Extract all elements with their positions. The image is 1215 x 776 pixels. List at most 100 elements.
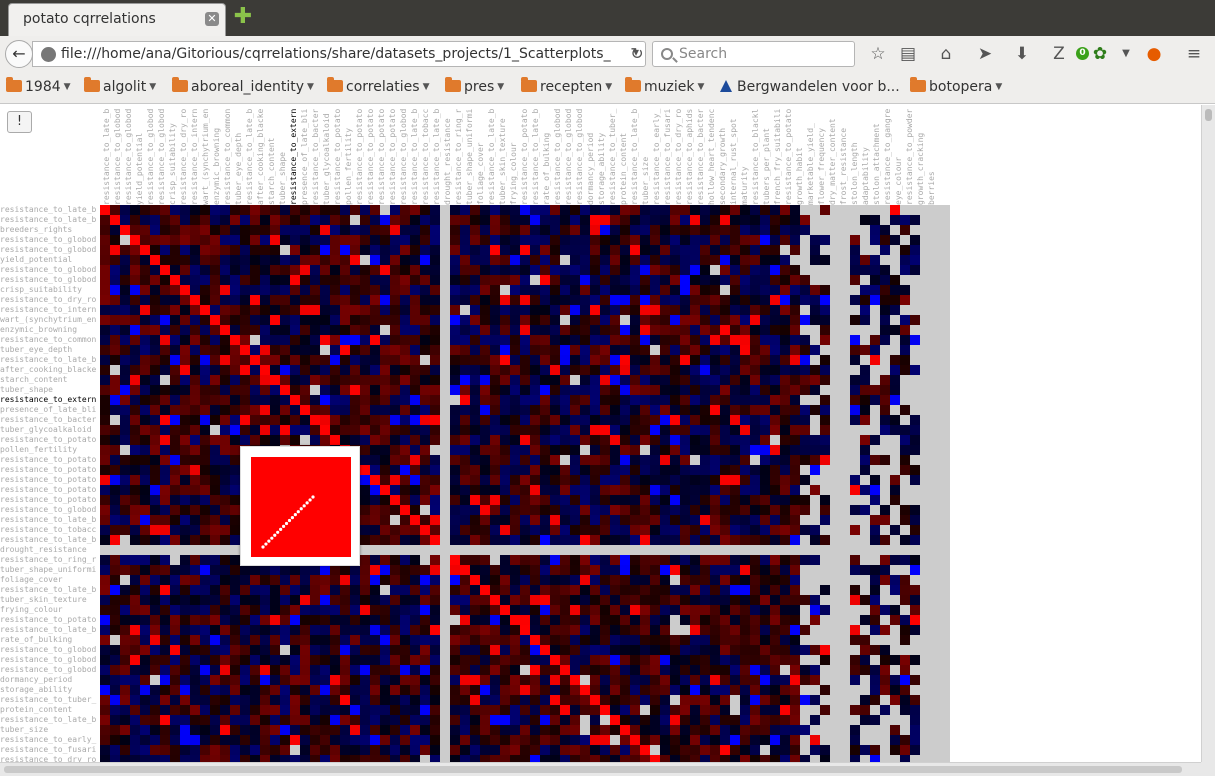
matrix-cell[interactable] bbox=[490, 275, 500, 285]
matrix-cell[interactable] bbox=[820, 515, 830, 525]
matrix-cell[interactable] bbox=[890, 215, 900, 225]
matrix-cell[interactable] bbox=[820, 355, 830, 365]
matrix-cell[interactable] bbox=[690, 455, 700, 465]
matrix-cell[interactable] bbox=[330, 365, 340, 375]
matrix-cell[interactable] bbox=[430, 555, 440, 565]
matrix-cell[interactable] bbox=[890, 745, 900, 755]
matrix-cell[interactable] bbox=[510, 485, 520, 495]
matrix-cell[interactable] bbox=[480, 645, 490, 655]
matrix-cell[interactable] bbox=[720, 735, 730, 745]
matrix-cell[interactable] bbox=[620, 395, 630, 405]
matrix-cell[interactable] bbox=[450, 495, 460, 505]
matrix-cell[interactable] bbox=[150, 535, 160, 545]
matrix-cell[interactable] bbox=[150, 215, 160, 225]
matrix-cell[interactable] bbox=[170, 455, 180, 465]
matrix-cell[interactable] bbox=[540, 535, 550, 545]
matrix-cell[interactable] bbox=[910, 455, 920, 465]
matrix-cell[interactable] bbox=[100, 385, 110, 395]
matrix-cell[interactable] bbox=[920, 285, 930, 295]
matrix-cell[interactable] bbox=[880, 495, 890, 505]
matrix-cell[interactable] bbox=[540, 585, 550, 595]
column-label[interactable]: resistance_to_potato bbox=[520, 109, 529, 205]
matrix-cell[interactable] bbox=[800, 695, 810, 705]
matrix-cell[interactable] bbox=[160, 395, 170, 405]
matrix-cell[interactable] bbox=[590, 465, 600, 475]
matrix-cell[interactable] bbox=[390, 715, 400, 725]
matrix-cell[interactable] bbox=[520, 735, 530, 745]
matrix-cell[interactable] bbox=[890, 615, 900, 625]
matrix-cell[interactable] bbox=[930, 355, 940, 365]
matrix-cell[interactable] bbox=[890, 285, 900, 295]
matrix-cell[interactable] bbox=[140, 735, 150, 745]
matrix-cell[interactable] bbox=[520, 435, 530, 445]
matrix-cell[interactable] bbox=[760, 685, 770, 695]
matrix-cell[interactable] bbox=[260, 295, 270, 305]
matrix-cell[interactable] bbox=[350, 245, 360, 255]
matrix-cell[interactable] bbox=[800, 315, 810, 325]
matrix-cell[interactable] bbox=[220, 235, 230, 245]
matrix-cell[interactable] bbox=[220, 275, 230, 285]
matrix-cell[interactable] bbox=[130, 395, 140, 405]
matrix-cell[interactable] bbox=[390, 505, 400, 515]
matrix-cell[interactable] bbox=[690, 515, 700, 525]
matrix-cell[interactable] bbox=[250, 435, 260, 445]
matrix-cell[interactable] bbox=[880, 205, 890, 215]
matrix-cell[interactable] bbox=[880, 385, 890, 395]
matrix-cell[interactable] bbox=[580, 405, 590, 415]
matrix-cell[interactable] bbox=[100, 755, 110, 762]
matrix-cell[interactable] bbox=[360, 615, 370, 625]
matrix-cell[interactable] bbox=[370, 645, 380, 655]
matrix-cell[interactable] bbox=[900, 405, 910, 415]
matrix-cell[interactable] bbox=[190, 305, 200, 315]
matrix-cell[interactable] bbox=[110, 425, 120, 435]
matrix-cell[interactable] bbox=[810, 455, 820, 465]
matrix-cell[interactable] bbox=[530, 515, 540, 525]
matrix-cell[interactable] bbox=[440, 305, 450, 315]
matrix-cell[interactable] bbox=[210, 695, 220, 705]
column-label[interactable]: resistance_to_late_b bbox=[102, 109, 111, 205]
matrix-cell[interactable] bbox=[110, 505, 120, 515]
matrix-cell[interactable] bbox=[300, 675, 310, 685]
matrix-cell[interactable] bbox=[780, 465, 790, 475]
matrix-cell[interactable] bbox=[350, 375, 360, 385]
matrix-cell[interactable] bbox=[260, 425, 270, 435]
matrix-cell[interactable] bbox=[200, 585, 210, 595]
matrix-cell[interactable] bbox=[880, 545, 890, 555]
matrix-cell[interactable] bbox=[910, 605, 920, 615]
matrix-cell[interactable] bbox=[410, 695, 420, 705]
matrix-cell[interactable] bbox=[390, 495, 400, 505]
matrix-cell[interactable] bbox=[470, 445, 480, 455]
matrix-cell[interactable] bbox=[550, 255, 560, 265]
matrix-cell[interactable] bbox=[240, 275, 250, 285]
matrix-cell[interactable] bbox=[510, 465, 520, 475]
matrix-cell[interactable] bbox=[500, 745, 510, 755]
matrix-cell[interactable] bbox=[500, 325, 510, 335]
matrix-cell[interactable] bbox=[330, 565, 340, 575]
matrix-cell[interactable] bbox=[590, 305, 600, 315]
matrix-cell[interactable] bbox=[830, 215, 840, 225]
matrix-cell[interactable] bbox=[280, 365, 290, 375]
matrix-cell[interactable] bbox=[860, 235, 870, 245]
column-label[interactable]: tuber_shape bbox=[278, 152, 287, 205]
matrix-cell[interactable] bbox=[380, 755, 390, 762]
matrix-cell[interactable] bbox=[480, 295, 490, 305]
matrix-cell[interactable] bbox=[470, 405, 480, 415]
matrix-cell[interactable] bbox=[870, 405, 880, 415]
matrix-cell[interactable] bbox=[630, 525, 640, 535]
matrix-cell[interactable] bbox=[190, 685, 200, 695]
matrix-cell[interactable] bbox=[780, 595, 790, 605]
row-label[interactable]: enzymic_browning bbox=[0, 325, 100, 335]
matrix-cell[interactable] bbox=[100, 555, 110, 565]
matrix-cell[interactable] bbox=[140, 725, 150, 735]
matrix-cell[interactable] bbox=[180, 285, 190, 295]
matrix-cell[interactable] bbox=[220, 615, 230, 625]
column-label[interactable]: resistance_to_gangre bbox=[883, 109, 892, 205]
matrix-cell[interactable] bbox=[650, 305, 660, 315]
matrix-cell[interactable] bbox=[940, 335, 950, 345]
matrix-cell[interactable] bbox=[410, 715, 420, 725]
matrix-cell[interactable] bbox=[370, 525, 380, 535]
matrix-cell[interactable] bbox=[580, 345, 590, 355]
matrix-cell[interactable] bbox=[620, 245, 630, 255]
matrix-cell[interactable] bbox=[920, 595, 930, 605]
matrix-cell[interactable] bbox=[640, 245, 650, 255]
